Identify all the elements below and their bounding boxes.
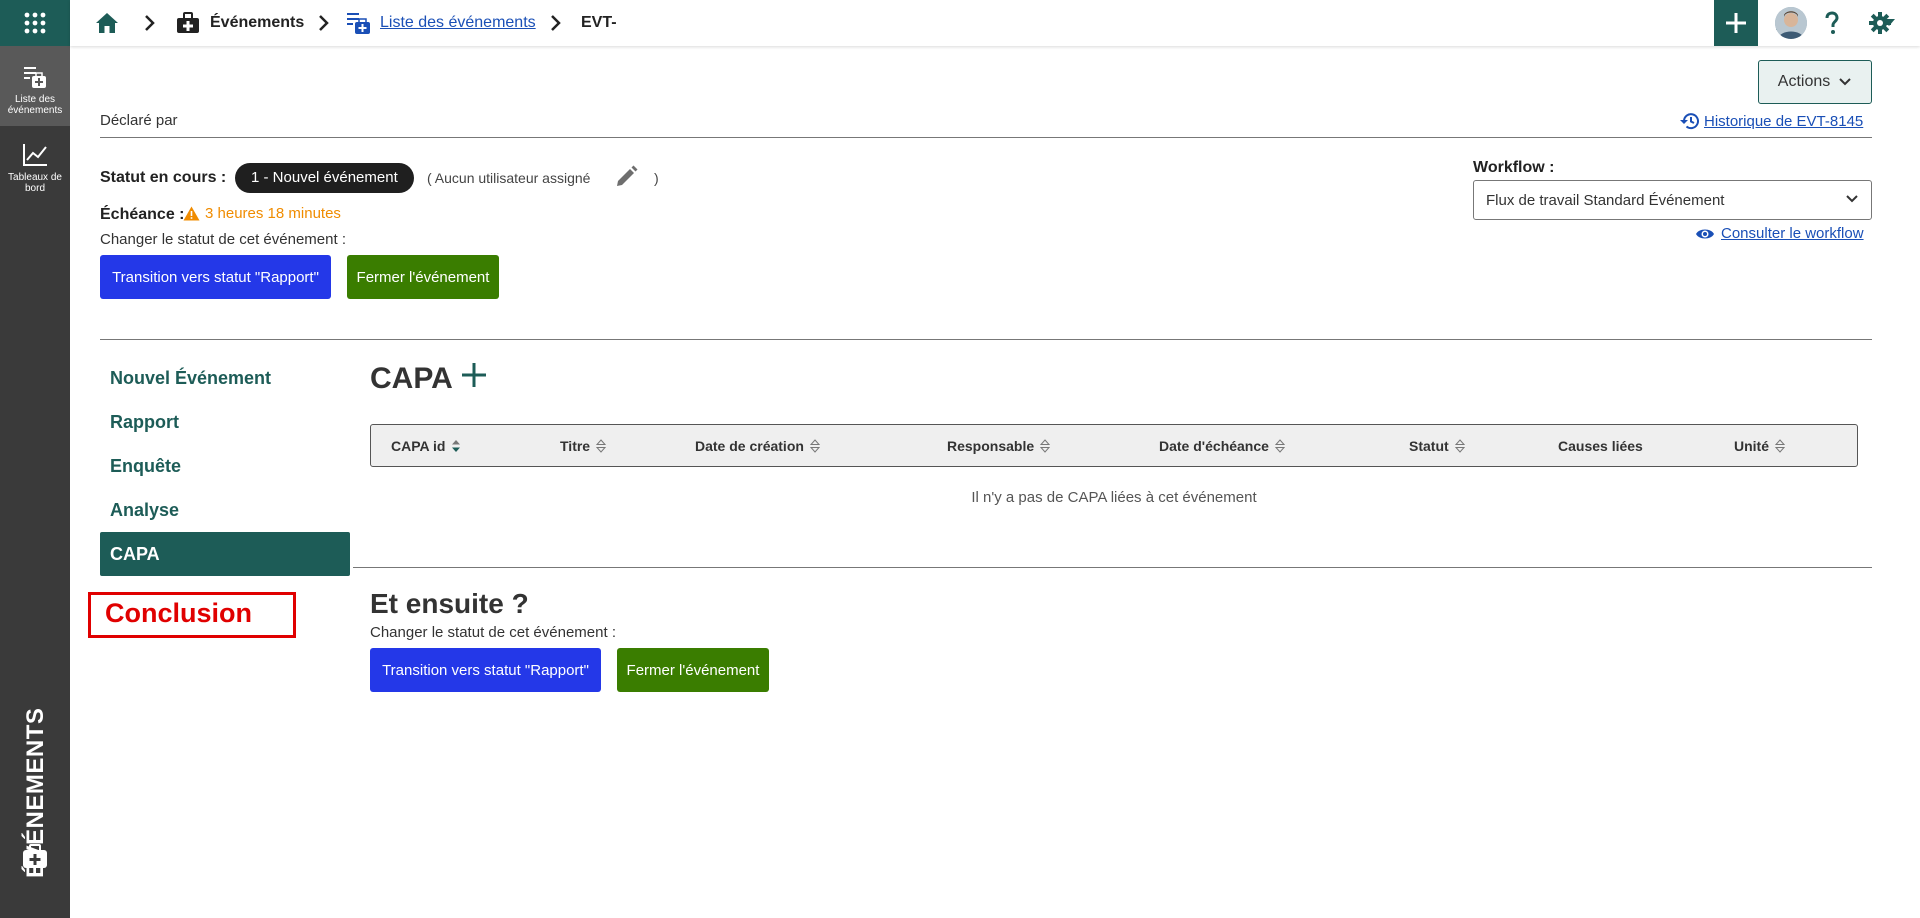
apps-grid-button[interactable] xyxy=(0,0,70,46)
sort-icon xyxy=(1775,439,1785,453)
medical-bag-icon xyxy=(177,12,199,33)
rail-item-dashboards[interactable]: Tableaux de bord xyxy=(0,142,70,212)
column-header-label: CAPA id xyxy=(391,438,446,454)
top-bar: Événements Liste des événements EVT- 3 xyxy=(70,0,1920,46)
rail-item-label: Tableaux de xyxy=(8,172,62,183)
column-header-linked-causes: Causes liées xyxy=(1558,438,1643,454)
sidenav-item-new-event[interactable]: Nouvel Événement xyxy=(100,356,350,400)
assignee-text: ( Aucun utilisateur assigné xyxy=(427,170,591,186)
history-icon xyxy=(1680,113,1699,130)
help-button[interactable] xyxy=(1817,0,1847,46)
home-icon xyxy=(96,13,118,33)
close-event-button[interactable]: Fermer l'événement xyxy=(617,648,769,692)
column-header-label: Responsable xyxy=(947,438,1035,454)
plus-icon xyxy=(1726,13,1746,33)
rail-item-label: événements xyxy=(7,105,63,116)
column-header-label: Causes liées xyxy=(1558,438,1643,454)
sidenav-item-report[interactable]: Rapport xyxy=(100,400,350,444)
column-header-owner[interactable]: Responsable xyxy=(947,438,1051,454)
warning-icon xyxy=(183,206,200,221)
column-header-title[interactable]: Titre xyxy=(560,438,607,454)
column-header-label: Statut xyxy=(1409,438,1449,454)
divider xyxy=(100,137,1872,138)
breadcrumb-event-list[interactable]: Liste des événements xyxy=(346,0,536,46)
sidenav-item-analysis[interactable]: Analyse xyxy=(100,488,350,532)
caret-down-icon[interactable] xyxy=(1883,19,1895,27)
workflow-selected: Flux de travail Standard Événement xyxy=(1486,191,1725,209)
workflow-label: Workflow : xyxy=(1473,159,1555,176)
rail-item-label: Liste des xyxy=(14,94,56,105)
status-badge: 1 - Nouvel événement xyxy=(235,163,414,193)
eye-icon xyxy=(1696,229,1714,238)
capa-empty-message: Il n'y a pas de CAPA liées à cet événeme… xyxy=(971,489,1257,506)
apps-grid-icon xyxy=(24,12,46,34)
transition-rapport-button[interactable]: Transition vers statut "Rapport" xyxy=(370,648,601,692)
due-value-text: 3 heures 18 minutes xyxy=(205,205,341,222)
view-workflow-text: Consulter le workflow xyxy=(1721,225,1864,242)
workflow-select[interactable]: Flux de travail Standard Événement xyxy=(1473,180,1872,220)
close-event-button[interactable]: Fermer l'événement xyxy=(347,255,499,299)
add-capa-icon[interactable] xyxy=(460,361,488,389)
column-header-capa-id[interactable]: CAPA id xyxy=(391,438,461,454)
change-status-label: Changer le statut de cet événement : xyxy=(100,231,346,248)
history-link-text: Historique de EVT-8145 xyxy=(1704,112,1864,130)
event-list-icon xyxy=(347,13,370,34)
due-label: Échéance : xyxy=(100,206,185,223)
assignee-close: ) xyxy=(654,170,659,186)
chevron-down-icon xyxy=(1846,195,1858,203)
history-link[interactable]: Historique de EVT-8145 xyxy=(1680,112,1863,130)
event-list-icon xyxy=(24,67,46,88)
column-header-created-date[interactable]: Date de création xyxy=(695,438,820,454)
column-header-due-date[interactable]: Date d'échéance xyxy=(1159,438,1285,454)
rail-item-event-list[interactable]: Liste des événements xyxy=(0,46,70,126)
divider xyxy=(353,567,1872,568)
sort-icon xyxy=(596,439,607,453)
breadcrumb-list-link[interactable]: Liste des événements xyxy=(380,14,536,32)
capa-title: CAPA xyxy=(370,362,453,395)
sort-desc-icon xyxy=(452,440,461,452)
user-avatar[interactable] xyxy=(1775,7,1807,39)
rail-item-label: bord xyxy=(24,183,45,194)
due-value: 3 heures 18 minutes xyxy=(183,205,341,222)
breadcrumb-events[interactable]: Événements xyxy=(176,0,304,46)
column-header-label: Unité xyxy=(1734,438,1769,454)
sort-icon xyxy=(1274,439,1285,453)
sidenav-item-conclusion[interactable]: Conclusion xyxy=(105,598,252,629)
change-status-label: Changer le statut de cet événement : xyxy=(370,624,616,641)
avatar-icon xyxy=(1775,7,1807,39)
actions-button[interactable]: Actions xyxy=(1758,60,1872,104)
transition-rapport-button[interactable]: Transition vers statut "Rapport" xyxy=(100,255,331,299)
column-header-label: Titre xyxy=(560,438,591,454)
status-label: Statut en cours : xyxy=(100,169,227,186)
sort-icon xyxy=(1040,439,1051,453)
divider xyxy=(100,339,1872,340)
actions-label: Actions xyxy=(1777,73,1831,90)
chevron-right-icon xyxy=(319,15,329,31)
column-header-status[interactable]: Statut xyxy=(1409,438,1465,454)
chart-line-icon xyxy=(23,144,47,166)
home-button[interactable] xyxy=(92,0,122,46)
breadcrumb-current: EVT- xyxy=(581,0,617,46)
event-module-icon xyxy=(23,844,47,868)
chevron-right-icon xyxy=(551,15,561,31)
sort-icon xyxy=(809,439,820,453)
left-rail: Liste des événements Tableaux de bord ÉV… xyxy=(0,0,70,918)
sidenav-item-investigation[interactable]: Enquête xyxy=(100,444,350,488)
view-workflow-link[interactable]: Consulter le workflow xyxy=(1695,225,1864,242)
question-icon xyxy=(1825,11,1839,34)
chevron-down-icon xyxy=(1839,78,1851,86)
column-header-label: Date de création xyxy=(695,438,804,454)
sort-icon xyxy=(1454,439,1465,453)
pencil-icon[interactable] xyxy=(613,164,639,190)
column-header-label: Date d'échéance xyxy=(1159,438,1269,454)
column-header-unit[interactable]: Unité xyxy=(1734,438,1785,454)
capa-table-header: CAPA id Titre Date de création Responsab… xyxy=(370,424,1858,467)
breadcrumb-section: Événements xyxy=(210,14,305,31)
chevron-right-icon xyxy=(145,15,155,31)
next-steps-title: Et ensuite ? xyxy=(370,588,529,619)
sidenav-item-capa[interactable]: CAPA xyxy=(100,532,350,576)
breadcrumb-current-text: EVT- xyxy=(581,14,617,31)
create-button[interactable] xyxy=(1714,0,1758,46)
declared-by: Déclaré par xyxy=(100,112,178,129)
